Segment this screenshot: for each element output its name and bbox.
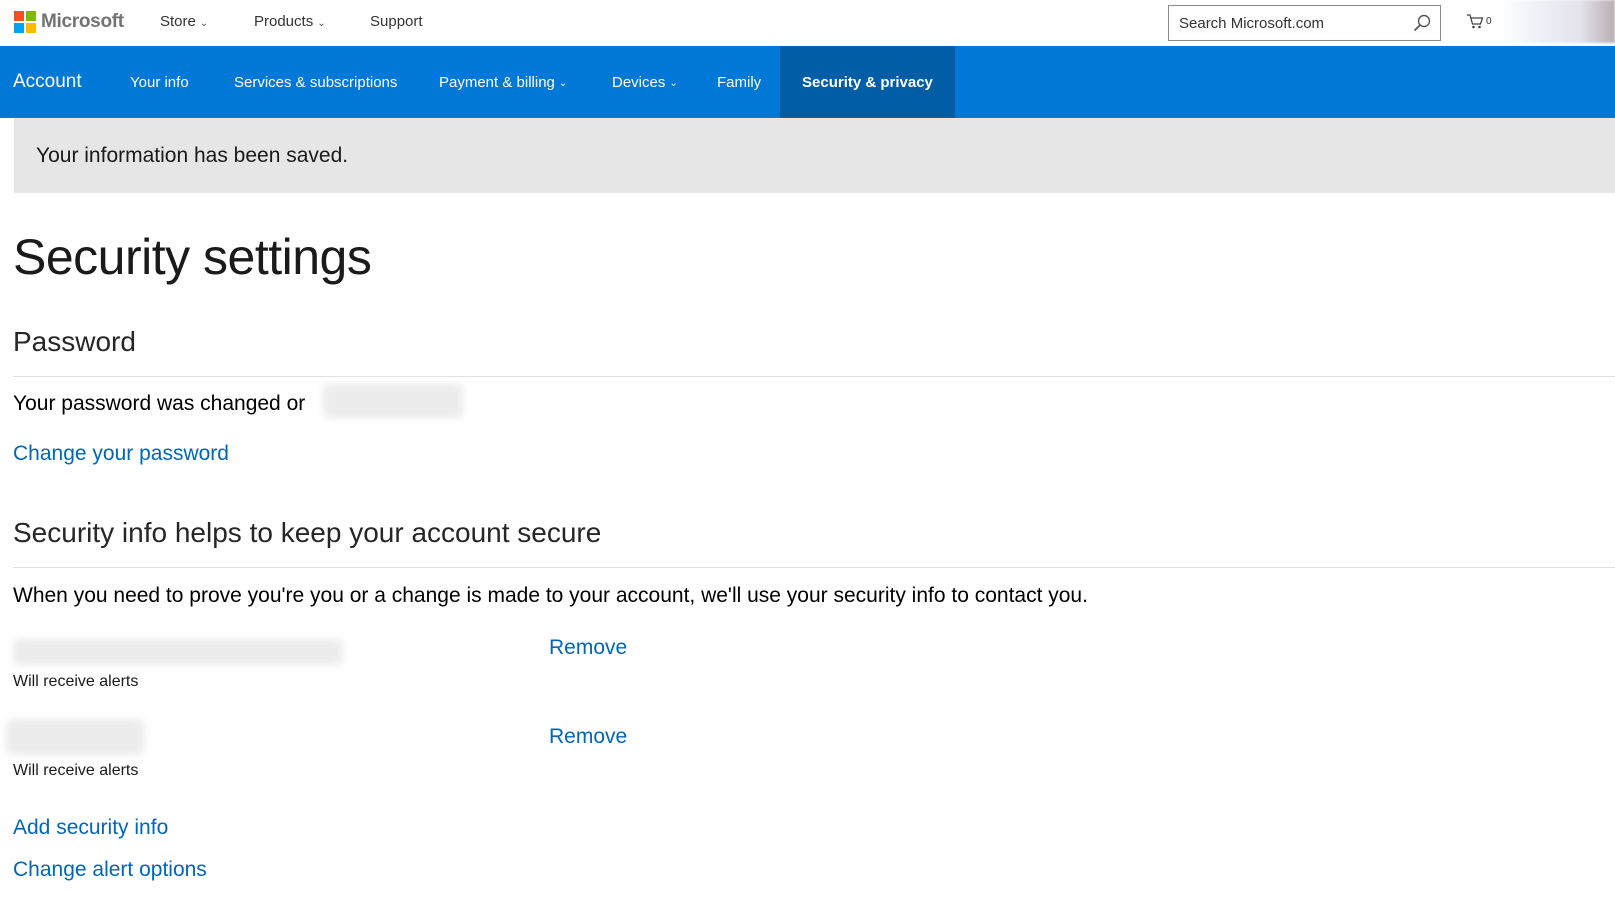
chevron-down-icon: ⌄ [669,78,678,89]
divider [13,567,1615,568]
add-security-info-link[interactable]: Add security info [13,816,168,840]
banner-message: Your information has been saved. [36,144,349,167]
tab-services-subscriptions[interactable]: Services & subscriptions [234,46,397,118]
tab-your-info[interactable]: Your info [130,46,189,118]
windows-logo-icon [14,11,36,33]
nav-support-label: Support [370,13,423,30]
redacted-date [323,384,463,418]
divider [13,376,1615,377]
search-input[interactable]: Search Microsoft.com [1179,15,1324,32]
nav-store[interactable]: Store ⌄ [160,13,208,30]
search-box[interactable]: Search Microsoft.com [1168,5,1441,41]
cart-icon [1467,14,1484,29]
page-title: Security settings [13,229,372,285]
entry-subtitle: Will receive alerts [13,762,139,779]
change-alert-options-link[interactable]: Change alert options [13,858,207,882]
tab-devices[interactable]: Devices ⌄ [612,46,678,118]
redacted-contact-phone [6,719,144,755]
password-status-label: Your password was changed or [13,392,306,415]
nav-store-label: Store [160,13,196,30]
tab-label: Family [717,73,762,91]
tab-label: Your info [130,73,189,91]
password-status-text: Your password was changed or [13,392,305,416]
tab-payment-billing[interactable]: Payment & billing ⌄ [439,46,567,118]
account-nav-bar: Account Your info Services & subscriptio… [0,46,1615,118]
change-password-link[interactable]: Change your password [13,442,229,466]
security-info-heading: Security info helps to keep your account… [13,517,602,548]
nav-support[interactable]: Support [370,13,423,30]
chevron-down-icon: ⌄ [558,78,568,89]
avatar[interactable] [1500,0,1615,43]
password-heading: Password [13,326,136,357]
security-info-description: When you need to prove you're you or a c… [13,584,1088,607]
tab-label: Payment & billing [439,73,555,91]
nav-products[interactable]: Products ⌄ [254,13,326,30]
tab-security-privacy[interactable]: Security & privacy [780,46,955,118]
microsoft-logo[interactable]: Microsoft [14,11,124,33]
search-icon[interactable] [1412,13,1432,33]
remove-button[interactable]: Remove [549,725,627,749]
tab-label: Services & subscriptions [234,73,398,91]
tab-label: Devices [612,73,666,91]
cart-button[interactable]: 0 [1466,13,1492,29]
top-bar: Microsoft Store ⌄ Products ⌄ Support Sea… [0,0,1615,45]
saved-notification-banner: Your information has been saved. [14,118,1615,193]
account-title: Account [13,71,82,92]
redacted-contact-email [13,639,343,665]
cart-count: 0 [1486,15,1492,27]
chevron-down-icon: ⌄ [317,17,326,29]
chevron-down-icon: ⌄ [199,17,209,29]
remove-button[interactable]: Remove [549,636,627,660]
tab-label: Security & privacy [802,73,933,91]
entry-subtitle: Will receive alerts [13,673,139,690]
brand-name: Microsoft [41,11,124,32]
tab-family[interactable]: Family [717,46,761,118]
account-home-link[interactable]: Account [13,46,82,118]
nav-products-label: Products [254,13,314,30]
